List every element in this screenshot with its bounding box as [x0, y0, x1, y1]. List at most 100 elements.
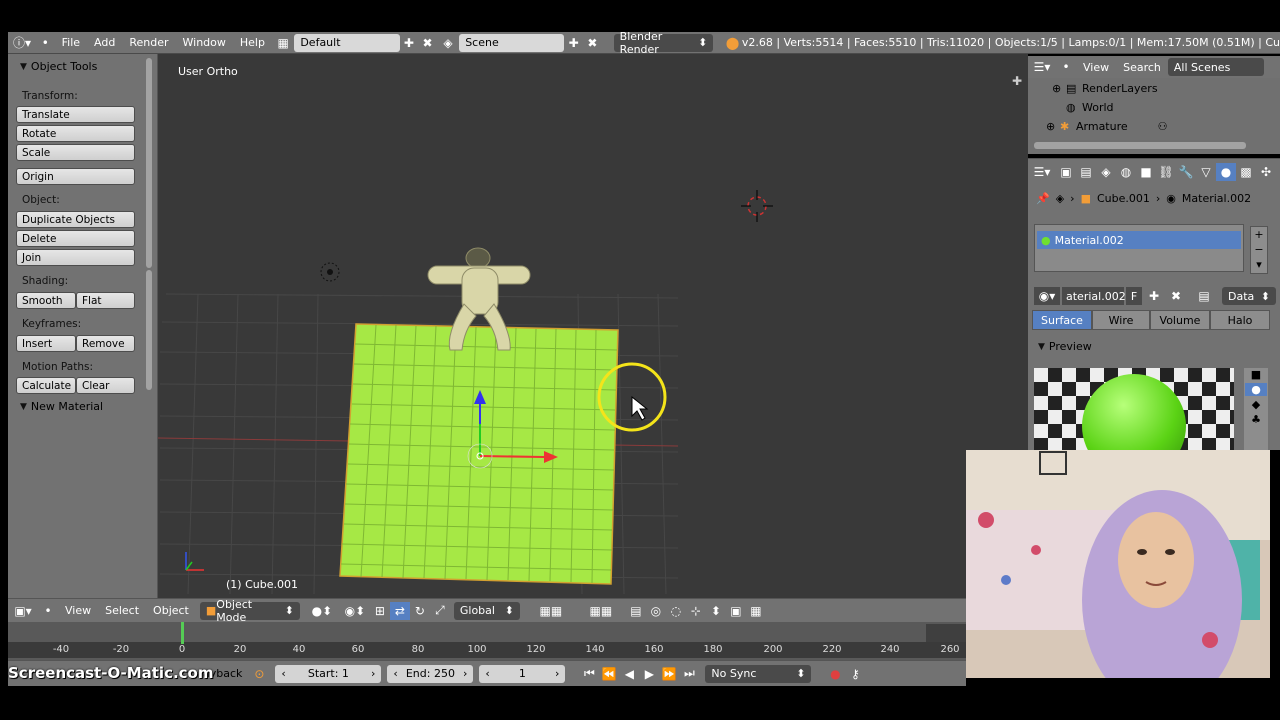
expand-plus-icon[interactable]: ⊕ [1052, 82, 1066, 95]
shelf-scrollbar-lower[interactable] [146, 270, 152, 390]
timeline-scroll[interactable] [926, 624, 966, 642]
sync-select[interactable]: No Sync ⬍ [705, 664, 812, 683]
slot-menu-icon[interactable]: ▾ [1251, 257, 1267, 272]
keying-set-icon[interactable]: ⊙ [249, 665, 269, 683]
preview-panel-header[interactable]: ▼ Preview [1038, 340, 1092, 353]
delete-button[interactable]: Delete [16, 230, 135, 247]
collapse-dot-icon[interactable]: • [38, 602, 58, 620]
remove-layout-icon[interactable]: ✖ [418, 34, 437, 52]
add-layout-icon[interactable]: ✚ [400, 34, 419, 52]
smooth-button[interactable]: Smooth [16, 292, 76, 309]
play-reverse-icon[interactable]: ◀ [619, 665, 639, 683]
snap-icon[interactable]: ⊹ [686, 602, 706, 620]
outliner-item-armature[interactable]: ⊕ ✱ Armature ⚇ [1028, 117, 1268, 136]
display-mode-select[interactable]: All Scenes [1167, 58, 1264, 76]
layers-grid-a-icon[interactable]: ▦▦ [526, 602, 576, 620]
link-data-select[interactable]: Data ⬍ [1222, 287, 1276, 305]
expand-plus-icon[interactable]: ⊕ [1046, 120, 1060, 133]
info-editor-icon[interactable]: ⓘ▾ [8, 34, 36, 52]
proportional-edit-icon[interactable]: ◎ [646, 602, 666, 620]
join-button[interactable]: Join [16, 249, 135, 266]
render-preview-icon[interactable]: ▣ [726, 602, 746, 620]
material-tab-icon[interactable]: ● [1216, 162, 1236, 181]
collapse-dot-icon[interactable]: • [36, 34, 55, 52]
properties-editor-icon[interactable]: ☰▾ [1028, 163, 1056, 181]
scene-field[interactable]: Scene [459, 33, 565, 52]
tab-surface[interactable]: Surface [1032, 310, 1092, 330]
menu-view[interactable]: View [58, 604, 98, 617]
slot-buttons[interactable]: + − ▾ [1250, 226, 1268, 274]
menu-render[interactable]: Render [122, 36, 175, 49]
viewport-shading-icon[interactable]: ●⬍ [304, 602, 340, 620]
pin-icon[interactable]: 📌 [1036, 192, 1050, 205]
world-tab-icon[interactable]: ◍ [1116, 163, 1136, 181]
constraints-tab-icon[interactable]: ⛓ [1156, 163, 1176, 181]
manipulator-toggle-icon[interactable]: ⊞ [370, 602, 390, 620]
tab-halo[interactable]: Halo [1210, 310, 1270, 330]
editor-type-icon[interactable]: ▣▾ [8, 602, 38, 620]
outliner-item-renderlayers[interactable]: ⊕ ▤ RenderLayers [1028, 79, 1268, 98]
origin-button[interactable]: Origin [16, 168, 135, 185]
preview-flat-icon[interactable]: ■ [1251, 368, 1261, 381]
prev-keyframe-icon[interactable]: ⏪ [599, 665, 619, 683]
jump-end-icon[interactable]: ⏭ [679, 665, 699, 683]
lock-layers-icon[interactable]: ▤ [626, 602, 646, 620]
texture-tab-icon[interactable]: ▩ [1236, 163, 1256, 181]
preview-cube-icon[interactable]: ◆ [1252, 398, 1260, 411]
modifiers-tab-icon[interactable]: 🔧 [1176, 163, 1196, 181]
scale-button[interactable]: Scale [16, 144, 135, 161]
restrict-view-icon[interactable]: ⚇ [1158, 120, 1168, 133]
snap-element-icon[interactable]: ⬍ [706, 602, 726, 620]
start-frame-field[interactable]: ‹ Start: 1 › [275, 664, 382, 683]
rotate-manipulator-icon[interactable]: ↻ [410, 602, 430, 620]
layers-tab-icon[interactable]: ▤ [1076, 163, 1096, 181]
outliner-view-menu[interactable]: View [1076, 61, 1116, 74]
viewport-plus-icon[interactable]: ✚ [1012, 74, 1022, 88]
fake-user-toggle[interactable]: F [1126, 287, 1142, 305]
rotate-button[interactable]: Rotate [16, 125, 135, 142]
calculate-button[interactable]: Calculate [16, 377, 76, 394]
next-keyframe-icon[interactable]: ⏩ [659, 665, 679, 683]
screen-layout-icon[interactable]: ▦ [272, 34, 294, 52]
browse-nodes-icon[interactable]: ▤ [1194, 287, 1214, 305]
duplicate-objects-button[interactable]: Duplicate Objects [16, 211, 135, 228]
menu-help[interactable]: Help [233, 36, 272, 49]
material-name-field[interactable]: aterial.002 [1062, 287, 1126, 305]
material-slot-item[interactable]: ● Material.002 [1037, 231, 1241, 249]
pivot-point-icon[interactable]: ◉⬍ [340, 602, 370, 620]
menu-add[interactable]: Add [87, 36, 122, 49]
outliner-scrollbar[interactable] [1034, 142, 1246, 149]
menu-object[interactable]: Object [146, 604, 196, 617]
add-slot-icon[interactable]: + [1251, 227, 1267, 242]
outliner-search-menu[interactable]: Search [1116, 61, 1168, 74]
particles-tab-icon[interactable]: ✣ [1256, 163, 1276, 181]
object-tab-icon[interactable]: ■ [1136, 163, 1156, 181]
new-material-header[interactable]: ▼ New Material [20, 400, 103, 413]
translate-manipulator-icon[interactable]: ⇄ [389, 601, 410, 620]
translate-button[interactable]: Translate [16, 106, 135, 123]
remove-keyframe-button[interactable]: Remove [76, 335, 135, 352]
data-tab-icon[interactable]: ▽ [1196, 163, 1216, 181]
layers-grid-b-icon[interactable]: ▦▦ [576, 602, 626, 620]
end-frame-field[interactable]: ‹ End: 250 › [387, 664, 474, 683]
flat-button[interactable]: Flat [76, 292, 135, 309]
material-browse-icon[interactable]: ◉▾ [1034, 287, 1060, 305]
scene-tab-icon[interactable]: ◈ [1096, 163, 1116, 181]
object-tools-header[interactable]: ▼ Object Tools [20, 60, 97, 73]
current-frame-marker[interactable] [181, 622, 184, 644]
render-animation-icon[interactable]: ▦ [746, 602, 766, 620]
current-frame-field[interactable]: ‹ 1 › [479, 664, 566, 683]
render-tab-icon[interactable]: ▣ [1056, 163, 1076, 181]
preview-monkey-icon[interactable]: ♣ [1251, 413, 1261, 426]
orientation-select[interactable]: Global ⬍ [453, 601, 520, 620]
preview-sphere-icon[interactable]: ● [1245, 383, 1267, 396]
outliner-item-world[interactable]: ◍ World [1028, 98, 1268, 117]
menu-file[interactable]: File [55, 36, 87, 49]
add-scene-icon[interactable]: ✚ [564, 34, 583, 52]
layout-field[interactable]: Default [294, 33, 400, 52]
keying-icon[interactable]: ⚷ [845, 665, 865, 683]
menu-select[interactable]: Select [98, 604, 146, 617]
remove-scene-icon[interactable]: ✖ [583, 34, 602, 52]
unlink-material-icon[interactable]: ✖ [1166, 287, 1186, 305]
collapse-dot-icon[interactable]: • [1056, 58, 1076, 76]
